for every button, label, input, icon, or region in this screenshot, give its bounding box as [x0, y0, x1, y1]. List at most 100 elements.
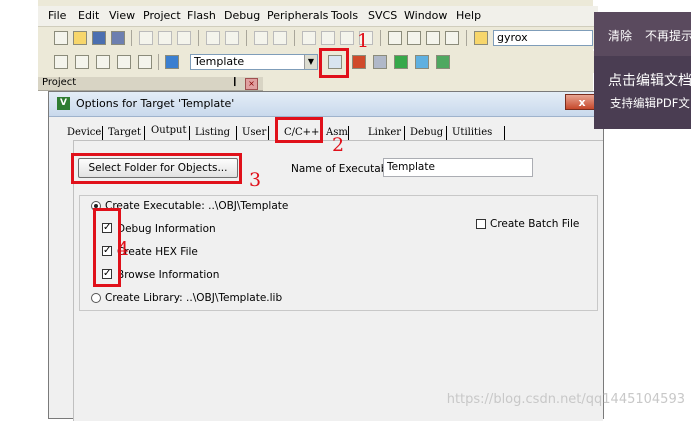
tab-divider — [189, 126, 190, 140]
menu-tools[interactable]: Tools — [331, 9, 358, 22]
tab-divider — [446, 126, 447, 140]
prev-bookmark-icon[interactable] — [321, 31, 335, 45]
cut-icon[interactable] — [139, 31, 153, 45]
menu-file[interactable]: File — [48, 9, 66, 22]
options-dialog: V Options for Target 'Template' x Device… — [48, 91, 604, 421]
toolbar-separator — [246, 30, 247, 46]
toolbar-separator — [466, 30, 467, 46]
batch-build-icon[interactable] — [117, 55, 131, 69]
annotation-number-2: 2 — [332, 134, 345, 156]
tab-utilities[interactable]: Utilities — [452, 125, 492, 141]
tab-divider — [348, 126, 349, 140]
edit-promo-body — [594, 56, 691, 129]
edit-document-link[interactable]: 点击编辑文档 — [608, 70, 691, 90]
redo-icon[interactable] — [225, 31, 239, 45]
pin-icon[interactable]: ❙ — [231, 77, 239, 87]
clear-button[interactable]: 清除 — [608, 27, 632, 44]
support-pdf-text: 支持编辑PDF文 — [610, 96, 690, 110]
dialog-titlebar: V Options for Target 'Template' x — [49, 92, 603, 117]
run-time-env-icon[interactable] — [436, 55, 450, 69]
menu-debug[interactable]: Debug — [224, 9, 260, 22]
save-all-icon[interactable] — [111, 31, 125, 45]
tab-user[interactable]: User — [242, 125, 266, 141]
tab-divider — [268, 126, 269, 140]
create-hex-label: Create HEX File — [117, 246, 198, 258]
undo-icon[interactable] — [206, 31, 220, 45]
build-icon[interactable] — [75, 55, 89, 69]
annotation-number-3: 3 — [249, 169, 262, 191]
highlight-box-target-options — [319, 48, 349, 78]
target-select-value: Template — [194, 55, 245, 68]
create-batch-label: Create Batch File — [490, 218, 580, 230]
debug-info-label: Debug Information — [117, 223, 216, 235]
project-panel-header: Project ❙ × — [38, 77, 263, 91]
save-icon[interactable] — [92, 31, 106, 45]
menu-bar: File Edit View Project Flash Debug Perip… — [38, 6, 598, 27]
nav-forward-icon[interactable] — [273, 31, 287, 45]
open-folder-icon[interactable] — [73, 31, 87, 45]
target-select[interactable]: Template ▼ — [190, 54, 318, 70]
toolbar-file: gyrox — [38, 27, 594, 49]
next-bookmark-icon[interactable] — [340, 31, 354, 45]
comment-icon[interactable] — [426, 31, 440, 45]
new-file-icon[interactable] — [54, 31, 68, 45]
menu-window[interactable]: Window — [404, 9, 447, 22]
menu-peripherals[interactable]: Peripherals — [267, 9, 328, 22]
indent-icon[interactable] — [388, 31, 402, 45]
tab-target[interactable]: Target — [108, 125, 141, 141]
csdn-watermark: https://blog.csdn.net/qq1445104593 — [446, 392, 685, 407]
uncomment-icon[interactable] — [445, 31, 459, 45]
stop-build-icon[interactable] — [138, 55, 152, 69]
panel-close-icon[interactable]: × — [245, 78, 258, 90]
toolbar-separator — [380, 30, 381, 46]
project-panel-title: Project — [42, 77, 77, 88]
search-combo-value: gyrox — [497, 31, 528, 44]
toolbar-build: Template ▼ — [38, 51, 594, 73]
create-batch-checkbox[interactable] — [476, 219, 486, 229]
tab-device[interactable]: Device — [67, 125, 101, 141]
executable-name-input[interactable]: Template — [383, 158, 533, 177]
menu-edit[interactable]: Edit — [78, 9, 99, 22]
unindent-icon[interactable] — [407, 31, 421, 45]
chevron-down-icon[interactable]: ▼ — [304, 55, 317, 69]
create-library-radio[interactable] — [91, 293, 101, 303]
toolbar-separator — [131, 30, 132, 46]
create-executable-label: Create Executable: ..\OBJ\Template — [105, 200, 289, 212]
project-panel-body — [38, 91, 48, 419]
browse-info-label: Browse Information — [117, 269, 220, 281]
menu-view[interactable]: View — [109, 9, 135, 22]
tab-divider — [504, 126, 505, 140]
create-library-label: Create Library: ..\OBJ\Template.lib — [105, 292, 283, 304]
translate-icon[interactable] — [54, 55, 68, 69]
download-icon[interactable] — [165, 55, 179, 69]
no-prompt-button[interactable]: 不再提示 — [645, 27, 691, 44]
tab-linker[interactable]: Linker — [368, 125, 401, 141]
highlight-box-select-folder — [71, 153, 242, 184]
copy-icon[interactable] — [158, 31, 172, 45]
rebuild-icon[interactable] — [96, 55, 110, 69]
tab-divider — [236, 126, 237, 140]
search-combo[interactable]: gyrox — [493, 30, 593, 46]
highlight-box-cc-tab — [275, 117, 323, 143]
tab-divider — [144, 126, 145, 140]
keil-app-icon: V — [57, 97, 70, 110]
dialog-title: Options for Target 'Template' — [76, 97, 235, 110]
annotation-number-4: 4 — [117, 238, 130, 260]
pack-installer-icon[interactable] — [394, 55, 408, 69]
bookmark-icon[interactable] — [302, 31, 316, 45]
tab-divider — [102, 126, 103, 140]
menu-flash[interactable]: Flash — [187, 9, 216, 22]
nav-back-icon[interactable] — [254, 31, 268, 45]
tab-debug[interactable]: Debug — [410, 125, 443, 141]
select-packs-icon[interactable] — [415, 55, 429, 69]
tab-output[interactable]: Output — [149, 123, 189, 139]
menu-project[interactable]: Project — [143, 9, 181, 22]
find-in-files-icon[interactable] — [474, 31, 488, 45]
menu-help[interactable]: Help — [456, 9, 481, 22]
manage-components-icon[interactable] — [352, 55, 366, 69]
tab-listing[interactable]: Listing — [195, 125, 230, 141]
menu-svcs[interactable]: SVCS — [368, 9, 397, 22]
paste-icon[interactable] — [177, 31, 191, 45]
toolbar-separator — [198, 30, 199, 46]
file-extensions-icon[interactable] — [373, 55, 387, 69]
